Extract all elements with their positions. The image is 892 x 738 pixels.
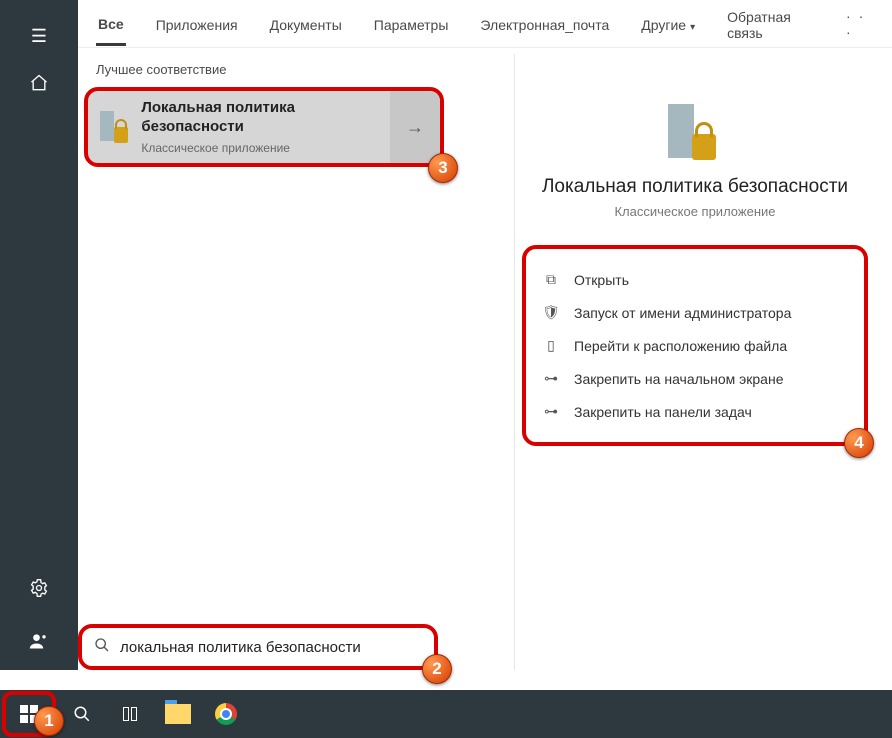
- shield-icon: 🛡: [542, 304, 560, 321]
- best-match-result[interactable]: Локальная политика безопасности Классиче…: [84, 87, 444, 167]
- chrome-icon[interactable]: [202, 690, 250, 738]
- folder-icon: ▯: [542, 337, 560, 354]
- taskbar: [0, 690, 892, 738]
- file-explorer-icon[interactable]: [154, 690, 202, 738]
- tab-docs[interactable]: Документы: [268, 3, 344, 44]
- task-view-icon[interactable]: [106, 690, 154, 738]
- detail-title: Локальная политика безопасности: [516, 176, 874, 198]
- feedback-link[interactable]: Обратная связь: [725, 0, 820, 52]
- tab-settings[interactable]: Параметры: [372, 3, 451, 44]
- detail-subtitle: Классическое приложение: [516, 204, 874, 219]
- action-run-admin[interactable]: 🛡 Запуск от имени администратора: [536, 296, 854, 329]
- action-file-location[interactable]: ▯ Перейти к расположению файла: [536, 329, 854, 362]
- settings-icon[interactable]: [29, 578, 49, 603]
- annotation-badge-4: 4: [844, 428, 874, 458]
- pin-icon: ⊶: [542, 403, 560, 420]
- hamburger-icon[interactable]: ☰: [31, 26, 47, 47]
- actions-group: ⧉ Открыть 🛡 Запуск от имени администрато…: [522, 245, 868, 446]
- tab-all[interactable]: Все: [96, 2, 126, 46]
- start-sidebar: ☰: [0, 0, 78, 670]
- secpol-large-icon: [664, 102, 726, 164]
- secpol-icon: [100, 109, 129, 145]
- search-input[interactable]: [120, 639, 422, 656]
- annotation-badge-3: 3: [428, 153, 458, 183]
- user-icon[interactable]: [29, 631, 49, 656]
- search-box[interactable]: [78, 624, 438, 670]
- expand-arrow-icon[interactable]: →: [390, 91, 440, 163]
- more-icon[interactable]: · · ·: [846, 8, 874, 40]
- action-pin-taskbar[interactable]: ⊶ Закрепить на панели задач: [536, 395, 854, 428]
- annotation-badge-1: 1: [34, 706, 64, 736]
- open-icon: ⧉: [542, 271, 560, 288]
- tab-other[interactable]: Другие▾: [639, 3, 697, 44]
- search-panel: Все Приложения Документы Параметры Элект…: [78, 0, 892, 670]
- taskbar-search-icon[interactable]: [58, 690, 106, 738]
- tab-apps[interactable]: Приложения: [154, 3, 240, 44]
- annotation-badge-2: 2: [422, 654, 452, 684]
- search-icon: [94, 637, 110, 657]
- action-pin-start[interactable]: ⊶ Закрепить на начальном экране: [536, 362, 854, 395]
- home-icon[interactable]: [29, 73, 49, 98]
- detail-pane: Локальная политика безопасности Классиче…: [516, 48, 874, 670]
- filter-tabs: Все Приложения Документы Параметры Элект…: [78, 0, 892, 48]
- result-subtitle: Классическое приложение: [141, 141, 380, 155]
- pin-icon: ⊶: [542, 370, 560, 387]
- chevron-down-icon: ▾: [690, 22, 695, 33]
- tab-email[interactable]: Электронная_почта: [478, 3, 611, 44]
- action-open[interactable]: ⧉ Открыть: [536, 263, 854, 296]
- result-title: Локальная политика безопасности: [141, 99, 380, 137]
